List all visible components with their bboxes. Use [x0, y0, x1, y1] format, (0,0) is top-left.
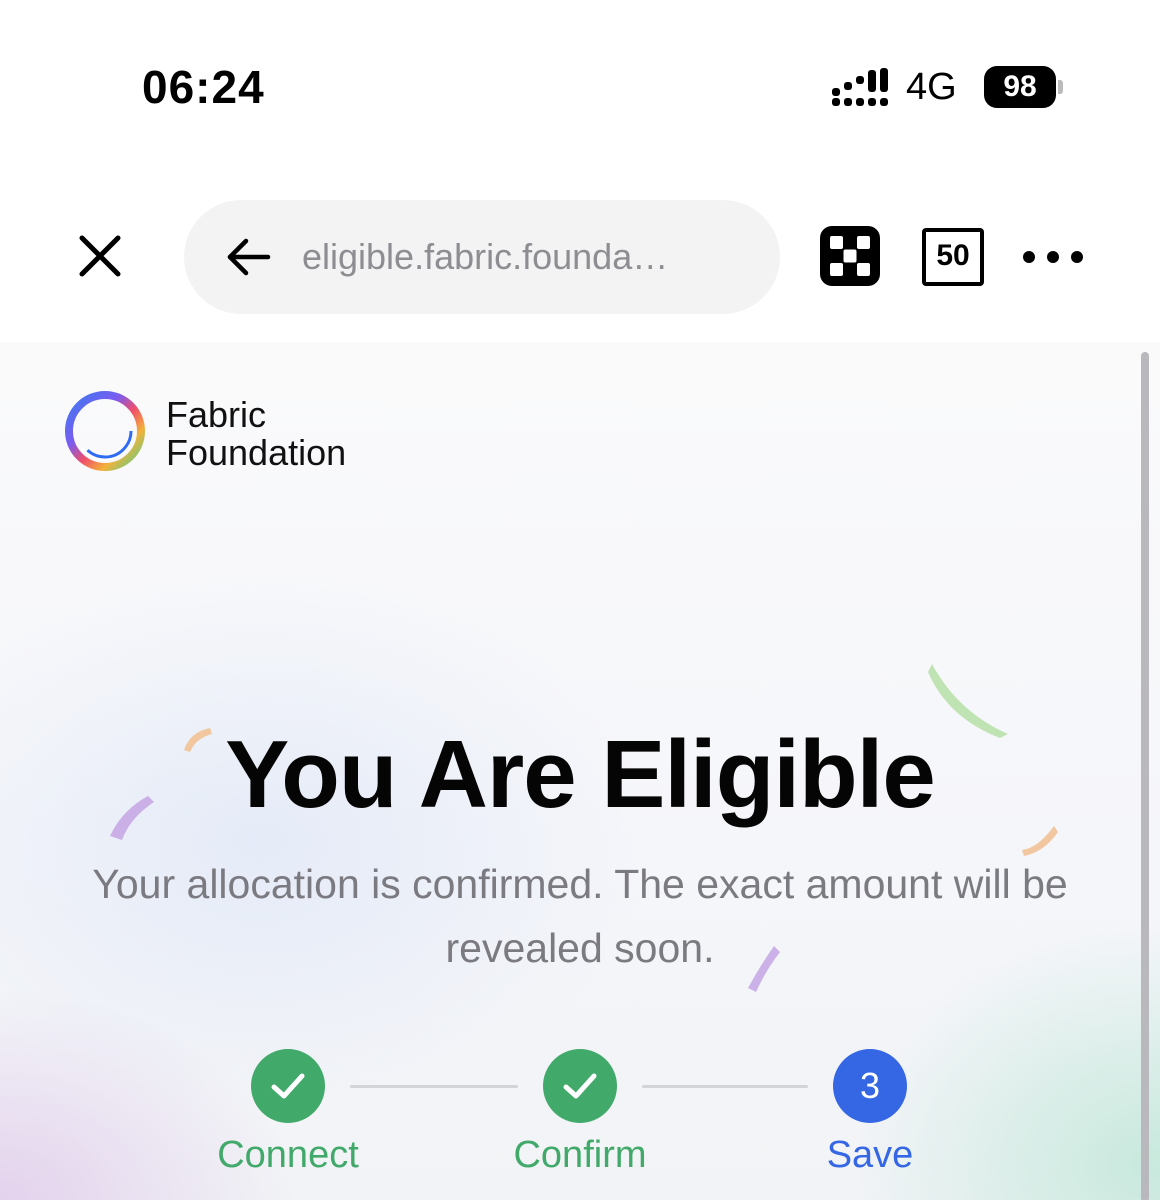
checkmark-icon — [563, 1073, 597, 1099]
step-connector — [350, 1085, 518, 1088]
step-connect-check — [251, 1049, 325, 1123]
step-label-confirm: Confirm — [513, 1134, 647, 1176]
brand-name-line1: Fabric — [166, 394, 267, 435]
status-bar: 06:24 4G 98 — [0, 0, 1160, 170]
battery-indicator: 98 — [984, 66, 1056, 108]
checkmark-icon — [271, 1073, 305, 1099]
eligibility-subtitle: Your allocation is confirmed. The exact … — [92, 861, 1068, 971]
close-icon[interactable] — [72, 228, 128, 284]
address-bar[interactable]: eligible.fabric.founda… — [184, 200, 780, 314]
brand[interactable]: Fabric Foundation — [60, 386, 400, 478]
step-save-number: 3 — [833, 1049, 907, 1123]
battery-cap — [1058, 80, 1063, 94]
battery-level: 98 — [1003, 70, 1037, 103]
step-confirm-check — [543, 1049, 617, 1123]
more-dots-icon[interactable] — [1018, 242, 1088, 272]
tabs-count-button[interactable]: 50 — [922, 228, 984, 286]
step-label-connect: Connect — [217, 1134, 359, 1176]
back-arrow-icon[interactable] — [224, 234, 272, 280]
web-content: Fabric Foundation You Are Eligible Your … — [0, 342, 1160, 1200]
fabric-ring-logo — [65, 391, 145, 471]
url-text[interactable]: eligible.fabric.founda… — [302, 236, 668, 278]
step-label-save: Save — [826, 1134, 914, 1176]
brand-name-line2: Foundation — [166, 432, 347, 473]
step-connector — [642, 1085, 808, 1088]
qr-scan-icon[interactable] — [818, 224, 882, 288]
browser-toolbar: eligible.fabric.founda… 50 — [0, 170, 1160, 342]
eligibility-headline: You Are Eligible — [225, 721, 935, 828]
network-type: 4G — [906, 66, 957, 108]
signal-bars-icon — [832, 68, 888, 106]
status-time: 06:24 — [142, 61, 265, 113]
